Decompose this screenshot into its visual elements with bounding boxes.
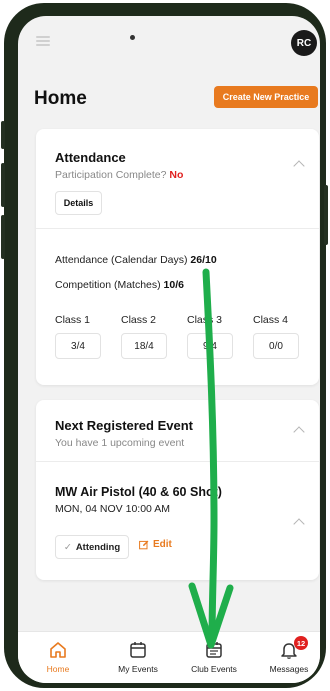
nav-club-events[interactable]: Club Events bbox=[181, 639, 247, 674]
event-date: MON, 04 NOV 10:00 AM bbox=[55, 503, 170, 515]
phone-side-button bbox=[1, 163, 5, 207]
class-value: 3/4 bbox=[55, 333, 101, 359]
phone-side-button bbox=[1, 121, 5, 149]
chevron-up-icon[interactable] bbox=[293, 160, 305, 172]
avatar[interactable]: RC bbox=[291, 30, 317, 56]
competition-label: Competition (Matches) bbox=[55, 279, 161, 291]
nav-my-events-label: My Events bbox=[118, 664, 158, 674]
edit-icon bbox=[139, 540, 149, 549]
calendar-days-stat: Attendance (Calendar Days) 26/10 bbox=[55, 254, 217, 266]
nav-home[interactable]: Home bbox=[25, 639, 91, 674]
calendar-list-icon bbox=[181, 639, 247, 661]
details-button[interactable]: Details bbox=[55, 191, 102, 215]
calendar-days-label: Attendance (Calendar Days) bbox=[55, 254, 188, 266]
participation-label: Participation Complete? bbox=[55, 169, 167, 181]
class-value: 9/4 bbox=[187, 333, 233, 359]
calendar-icon bbox=[105, 639, 171, 661]
chevron-up-icon[interactable] bbox=[293, 518, 305, 530]
camera-dot bbox=[130, 35, 135, 40]
class-value: 18/4 bbox=[121, 333, 167, 359]
check-icon: ✓ bbox=[63, 541, 72, 553]
class-label: Class 4 bbox=[253, 314, 289, 326]
create-practice-button[interactable]: Create New Practice bbox=[214, 86, 318, 108]
attendance-title: Attendance bbox=[55, 150, 126, 165]
competition-value: 10/6 bbox=[163, 279, 184, 291]
phone-frame: RC Home Create New Practice Attendance P… bbox=[1, 3, 328, 688]
phone-side-button bbox=[1, 215, 5, 259]
nav-home-label: Home bbox=[46, 664, 70, 674]
participation-value: No bbox=[169, 169, 184, 181]
nav-messages[interactable]: 12 Messages bbox=[256, 636, 320, 674]
nav-my-events[interactable]: My Events bbox=[105, 639, 171, 674]
class-value: 0/0 bbox=[253, 333, 299, 359]
class-4: Class 4 0/0 bbox=[253, 314, 301, 359]
divider bbox=[36, 228, 319, 229]
bell-icon: 12 bbox=[256, 636, 320, 661]
edit-label: Edit bbox=[153, 539, 172, 550]
competition-stat: Competition (Matches) 10/6 bbox=[55, 279, 184, 291]
bottom-nav: Home My Events Club Events 12 Messages bbox=[18, 631, 320, 683]
nav-messages-label: Messages bbox=[269, 664, 309, 674]
app-screen: RC Home Create New Practice Attendance P… bbox=[18, 16, 320, 683]
class-label: Class 1 bbox=[55, 314, 91, 326]
event-name[interactable]: MW Air Pistol (40 & 60 Shot) bbox=[55, 485, 222, 499]
edit-link[interactable]: Edit bbox=[139, 539, 172, 550]
phone-side-button bbox=[324, 185, 328, 245]
home-icon bbox=[25, 639, 91, 661]
divider bbox=[36, 461, 319, 462]
top-bar: RC bbox=[18, 16, 320, 72]
class-2: Class 2 18/4 bbox=[121, 314, 169, 359]
participation-status: Participation Complete? No bbox=[55, 169, 183, 181]
class-label: Class 3 bbox=[187, 314, 223, 326]
class-1: Class 1 3/4 bbox=[55, 314, 103, 359]
class-3: Class 3 9/4 bbox=[187, 314, 235, 359]
class-label: Class 2 bbox=[121, 314, 157, 326]
upcoming-count: You have 1 upcoming event bbox=[55, 437, 185, 449]
next-event-title: Next Registered Event bbox=[55, 418, 193, 433]
attending-button[interactable]: ✓ Attending bbox=[55, 535, 129, 559]
messages-badge: 12 bbox=[294, 636, 308, 650]
attending-label: Attending bbox=[75, 541, 121, 553]
nav-club-events-label: Club Events bbox=[191, 664, 237, 674]
attendance-card: Attendance Participation Complete? No De… bbox=[36, 129, 319, 385]
page-title: Home bbox=[34, 88, 87, 109]
chevron-up-icon[interactable] bbox=[293, 426, 305, 438]
menu-icon[interactable] bbox=[36, 36, 50, 46]
next-event-card: Next Registered Event You have 1 upcomin… bbox=[36, 400, 319, 580]
calendar-days-value: 26/10 bbox=[190, 254, 217, 266]
